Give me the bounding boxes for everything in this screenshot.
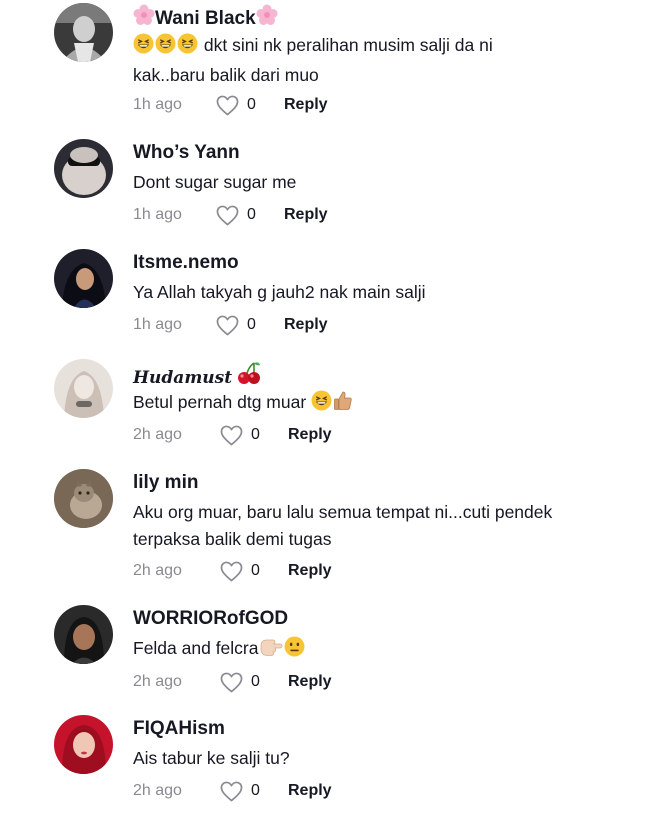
comment-time: 1h ago (133, 316, 182, 333)
neutral-face-icon (284, 636, 305, 665)
heart-icon (220, 672, 243, 692)
heart-icon (216, 315, 239, 335)
comment-text-content: Ais tabur ke salji tu? (133, 748, 290, 768)
like-count: 0 (247, 96, 256, 113)
comment-text: Ais tabur ke salji tu? (133, 745, 553, 772)
avatar[interactable] (54, 3, 113, 62)
comment-time: 2h ago (133, 673, 182, 690)
like-count: 0 (247, 316, 256, 333)
pointing-hand-icon (259, 636, 283, 665)
comment-time: 2h ago (133, 426, 182, 443)
reply-button[interactable]: Reply (288, 670, 332, 694)
like-button[interactable]: 0 (220, 779, 260, 803)
username[interactable]: WORRIORofGOD (133, 607, 288, 631)
heart-icon (220, 425, 243, 445)
comment-text: Betul pernah dtg muar (133, 389, 553, 419)
cherries-icon (236, 361, 262, 392)
thumbs-up-icon (333, 390, 353, 419)
username[interactable]: lily min (133, 471, 198, 495)
username[interactable]: Wani Black (133, 4, 278, 33)
username-text: Itsme.nemo (133, 252, 239, 273)
avatar[interactable] (54, 139, 113, 198)
avatar[interactable] (54, 469, 113, 528)
reply-button[interactable]: Reply (288, 559, 332, 583)
comment-text: Aku org muar, baru lalu semua tempat ni.… (133, 499, 553, 553)
like-button[interactable]: 0 (216, 313, 256, 337)
heart-icon (220, 561, 243, 581)
like-count: 0 (247, 206, 256, 223)
like-button[interactable]: 0 (220, 559, 260, 583)
reply-button[interactable]: Reply (288, 423, 332, 447)
heart-icon (216, 95, 239, 115)
reply-button[interactable]: Reply (284, 203, 328, 227)
avatar[interactable] (54, 249, 113, 308)
comment-text-content: Felda and felcra (133, 638, 259, 658)
avatar[interactable] (54, 359, 113, 418)
comment-text-content: Betul pernah dtg muar (133, 392, 307, 412)
grinning-squinting-face-icon (311, 390, 332, 419)
comment-text-content: Aku org muar, baru lalu semua tempat ni.… (133, 502, 553, 549)
grinning-squinting-face-icon (133, 33, 154, 62)
reply-button[interactable]: Reply (288, 779, 332, 803)
heart-icon (216, 205, 239, 225)
username-text: FIQAHism (133, 718, 225, 739)
reply-button[interactable]: Reply (284, 313, 328, 337)
like-button[interactable]: 0 (220, 423, 260, 447)
comment-text: Felda and felcra (133, 635, 553, 665)
cherry-blossom-icon (256, 4, 278, 33)
username[interactable]: FIQAHism (133, 717, 225, 741)
username-text: Hudamust (133, 368, 233, 388)
cherry-blossom-icon (133, 4, 155, 33)
like-count: 0 (251, 782, 260, 799)
grinning-squinting-face-icon (177, 33, 198, 62)
comment-time: 2h ago (133, 782, 182, 799)
like-button[interactable]: 0 (216, 203, 256, 227)
comment-text: dkt sini nk peralihan musim salji da ni … (133, 32, 553, 89)
username[interactable]: Who’s Yann (133, 141, 240, 165)
username[interactable]: Hudamust (133, 361, 262, 392)
reply-button[interactable]: Reply (284, 93, 328, 117)
username-text: lily min (133, 472, 199, 493)
like-count: 0 (251, 673, 260, 690)
username-text: Who’s Yann (133, 142, 240, 163)
heart-icon (220, 781, 243, 801)
username-text: Wani Black (155, 8, 256, 29)
comment-text: Dont sugar sugar me (133, 169, 553, 196)
avatar[interactable] (54, 605, 113, 664)
like-count: 0 (251, 562, 260, 579)
avatar[interactable] (54, 715, 113, 774)
comment-text: Ya Allah takyah g jauh2 nak main salji (133, 279, 553, 306)
comment-text-content: Ya Allah takyah g jauh2 nak main salji (133, 282, 426, 302)
comment-text-content: Dont sugar sugar me (133, 172, 297, 192)
comment-time: 1h ago (133, 206, 182, 223)
like-button[interactable]: 0 (220, 670, 260, 694)
grinning-squinting-face-icon (155, 33, 176, 62)
like-button[interactable]: 0 (216, 93, 256, 117)
comment-time: 2h ago (133, 562, 182, 579)
username-text: WORRIORofGOD (133, 608, 289, 629)
like-count: 0 (251, 426, 260, 443)
comment-time: 1h ago (133, 96, 182, 113)
username[interactable]: Itsme.nemo (133, 251, 239, 275)
